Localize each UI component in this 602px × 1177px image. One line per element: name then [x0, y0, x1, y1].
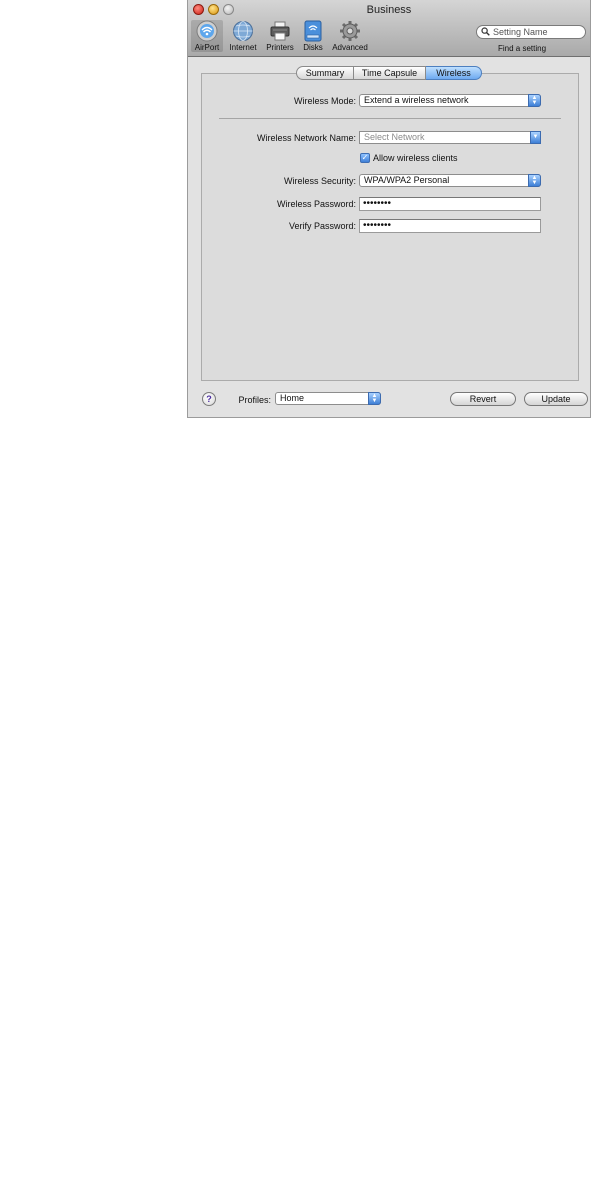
allow-clients-checkbox[interactable]: ✓ [360, 153, 370, 163]
security-popup[interactable]: WPA/WPA2 Personal ▲ ▼ [359, 174, 541, 187]
network-name-placeholder: Select Network [364, 132, 425, 142]
search-field[interactable]: Setting Name [476, 25, 586, 39]
toolbar-item-internet[interactable]: Internet [226, 20, 260, 52]
chevron-down-icon[interactable]: ▼ [530, 131, 541, 144]
tab-wireless[interactable]: Wireless [426, 66, 482, 80]
toolbar-item-advanced[interactable]: Advanced [329, 20, 371, 52]
toolbar-item-disks[interactable]: Disks [299, 20, 327, 52]
verify-password-label: Verify Password: [288, 221, 356, 231]
airport-icon [195, 20, 219, 42]
section-divider [219, 118, 561, 119]
toolbar: Business AirPort Internet Printers Disks… [188, 0, 590, 57]
airport-utility-window: Business AirPort Internet Printers Disks… [187, 0, 591, 418]
popup-arrows-icon: ▲ ▼ [368, 392, 381, 405]
tab-summary[interactable]: Summary [296, 66, 354, 80]
revert-button[interactable]: Revert [450, 392, 516, 406]
tab-label: Time Capsule [361, 68, 418, 78]
toolbar-item-label: AirPort [194, 43, 220, 52]
network-name-label: Wireless Network Name: [256, 133, 356, 143]
tab-label: Summary [305, 68, 345, 78]
disk-icon [301, 20, 325, 42]
security-label: Wireless Security: [283, 176, 356, 186]
search-icon [481, 27, 490, 39]
wireless-mode-popup[interactable]: Extend a wireless network ▲ ▼ [359, 94, 541, 107]
gear-icon [338, 20, 362, 42]
popup-arrows-icon: ▲ ▼ [528, 94, 541, 107]
tab-label: Wireless [436, 68, 471, 78]
popup-arrows-icon: ▲ ▼ [528, 174, 541, 187]
profiles-popup[interactable]: Home ▲ ▼ [275, 392, 381, 405]
network-name-combo[interactable]: Select Network ▼ [359, 131, 541, 144]
password-field[interactable]: •••••••• [359, 197, 541, 211]
search-caption: Find a setting [498, 44, 547, 53]
password-label: Wireless Password: [276, 199, 356, 209]
search-placeholder: Setting Name [493, 27, 548, 37]
toolbar-item-label: Internet [229, 43, 257, 52]
globe-icon [231, 20, 255, 42]
security-value: WPA/WPA2 Personal [364, 175, 450, 185]
toolbar-item-label: Disks [303, 43, 323, 52]
profiles-label: Profiles: [238, 395, 271, 405]
tab-bar: Summary Time Capsule Wireless [296, 66, 482, 80]
wireless-mode-label: Wireless Mode: [293, 96, 356, 106]
profiles-value: Home [280, 393, 305, 403]
allow-clients-label: Allow wireless clients [373, 153, 458, 163]
verify-password-field[interactable]: •••••••• [359, 219, 541, 233]
printer-icon [268, 20, 292, 42]
toolbar-item-label: Advanced [332, 43, 368, 52]
wireless-mode-value: Extend a wireless network [364, 95, 469, 105]
window-title: Business [366, 4, 412, 16]
toolbar-item-label: Printers [266, 43, 294, 52]
toolbar-item-airport[interactable]: AirPort [191, 20, 223, 52]
update-button[interactable]: Update [524, 392, 588, 406]
toolbar-item-printers[interactable]: Printers [263, 20, 297, 52]
tab-time-capsule[interactable]: Time Capsule [354, 66, 426, 80]
